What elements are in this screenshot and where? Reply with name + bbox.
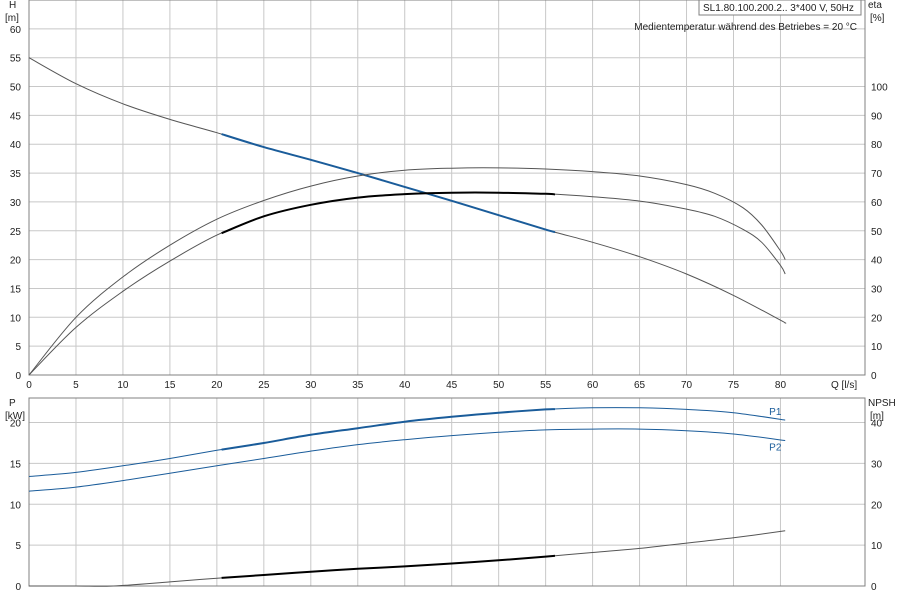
pump-performance-chart: 0 5 10 15 20 25 30 35 40 45 50 55 60 65 70 75 80 0 5 10 15 20… bbox=[0, 0, 900, 605]
y-left-axis-unit: [kW] bbox=[5, 411, 25, 422]
model-designation: SL1.80.100.200.2.. 3*400 V, 50Hz bbox=[703, 3, 854, 14]
y-right-tick-label: 0 bbox=[871, 371, 877, 382]
y-left-tick-label: 15 bbox=[10, 459, 22, 470]
y-left-tick-label: 35 bbox=[10, 169, 22, 180]
series-operating-range-top-1 bbox=[221, 133, 556, 234]
chart-canvas: 0 5 10 15 20 25 30 35 40 45 50 55 60 65 70 75 8005101520… bbox=[5, 0, 896, 593]
y-left-tick-label: 60 bbox=[10, 25, 22, 36]
y-right-tick-label: 0 bbox=[871, 582, 877, 593]
operating-temperature-note: Medientemperatur während des Betriebes =… bbox=[634, 22, 857, 33]
plot-frame bbox=[28, 0, 866, 376]
series-line-bottom-1 bbox=[28, 407, 786, 477]
y-left-tick-label: 0 bbox=[15, 371, 21, 382]
x-tick-label: 35 bbox=[352, 380, 364, 391]
x-tick-label: 45 bbox=[446, 380, 458, 391]
x-tick-label: 20 bbox=[211, 380, 223, 391]
y-left-tick-label: 50 bbox=[10, 83, 22, 94]
x-tick-label: 40 bbox=[399, 380, 411, 391]
series-label-p2: P2 bbox=[769, 443, 782, 454]
y-left-tick-label: 0 bbox=[15, 582, 21, 593]
series-line-bottom-3 bbox=[28, 530, 786, 587]
y-right-tick-label: 40 bbox=[871, 256, 883, 267]
y-right-tick-label: 20 bbox=[871, 500, 883, 511]
y-right-axis-title: NPSH bbox=[868, 398, 896, 409]
y-right-tick-label: 100 bbox=[871, 83, 888, 94]
y-right-tick-label: 10 bbox=[871, 541, 883, 552]
y-left-tick-label: 5 bbox=[15, 342, 21, 353]
y-left-tick-label: 5 bbox=[15, 541, 21, 552]
y-right-tick-label: 30 bbox=[871, 459, 883, 470]
series-operating-range-top-3 bbox=[221, 191, 556, 235]
y-right-axis-title: eta bbox=[868, 0, 882, 11]
y-right-tick-label: 90 bbox=[871, 111, 883, 122]
series-line-top-3 bbox=[28, 192, 786, 376]
y-left-tick-label: 10 bbox=[10, 500, 22, 511]
x-tick-label: 75 bbox=[728, 380, 740, 391]
x-tick-label: 30 bbox=[305, 380, 317, 391]
x-tick-label: 15 bbox=[164, 380, 176, 391]
series-line-top-2 bbox=[28, 167, 786, 376]
plot-frame bbox=[28, 397, 866, 587]
y-right-axis-unit: [%] bbox=[870, 13, 885, 24]
x-tick-label: 80 bbox=[775, 380, 787, 391]
y-left-tick-label: 25 bbox=[10, 227, 22, 238]
y-right-tick-label: 20 bbox=[871, 313, 883, 324]
x-tick-label: 70 bbox=[681, 380, 693, 391]
series-label-p1: P1 bbox=[769, 407, 782, 418]
y-left-tick-label: 10 bbox=[10, 313, 22, 324]
y-right-tick-label: 70 bbox=[871, 169, 883, 180]
y-left-tick-label: 40 bbox=[10, 140, 22, 151]
x-tick-label: 65 bbox=[634, 380, 646, 391]
y-right-tick-label: 30 bbox=[871, 284, 883, 295]
y-left-axis-title: P bbox=[9, 398, 16, 409]
series-operating-range-bottom-3 bbox=[221, 554, 556, 579]
y-right-tick-label: 60 bbox=[871, 198, 883, 209]
y-left-tick-label: 45 bbox=[10, 111, 22, 122]
series-operating-range-bottom-1 bbox=[221, 408, 556, 451]
y-right-tick-label: 80 bbox=[871, 140, 883, 151]
y-left-axis-unit: [m] bbox=[5, 13, 19, 24]
y-right-axis-unit: [m] bbox=[870, 411, 884, 422]
x-tick-label: 0 bbox=[26, 380, 32, 391]
y-left-tick-label: 55 bbox=[10, 54, 22, 65]
y-right-tick-label: 50 bbox=[871, 227, 883, 238]
x-tick-label: 60 bbox=[587, 380, 599, 391]
y-left-tick-label: 15 bbox=[10, 284, 22, 295]
y-right-tick-label: 10 bbox=[871, 342, 883, 353]
x-tick-label: 25 bbox=[258, 380, 270, 391]
x-tick-label: 5 bbox=[73, 380, 79, 391]
x-tick-label: 10 bbox=[117, 380, 129, 391]
series-line-top-1 bbox=[28, 57, 787, 324]
y-left-axis-title: H bbox=[9, 0, 16, 11]
series-line-bottom-2 bbox=[28, 428, 786, 492]
x-tick-label: 50 bbox=[493, 380, 505, 391]
y-left-tick-label: 30 bbox=[10, 198, 22, 209]
y-left-tick-label: 20 bbox=[10, 256, 22, 267]
x-axis-title: Q [l/s] bbox=[831, 380, 857, 391]
x-tick-label: 55 bbox=[540, 380, 552, 391]
